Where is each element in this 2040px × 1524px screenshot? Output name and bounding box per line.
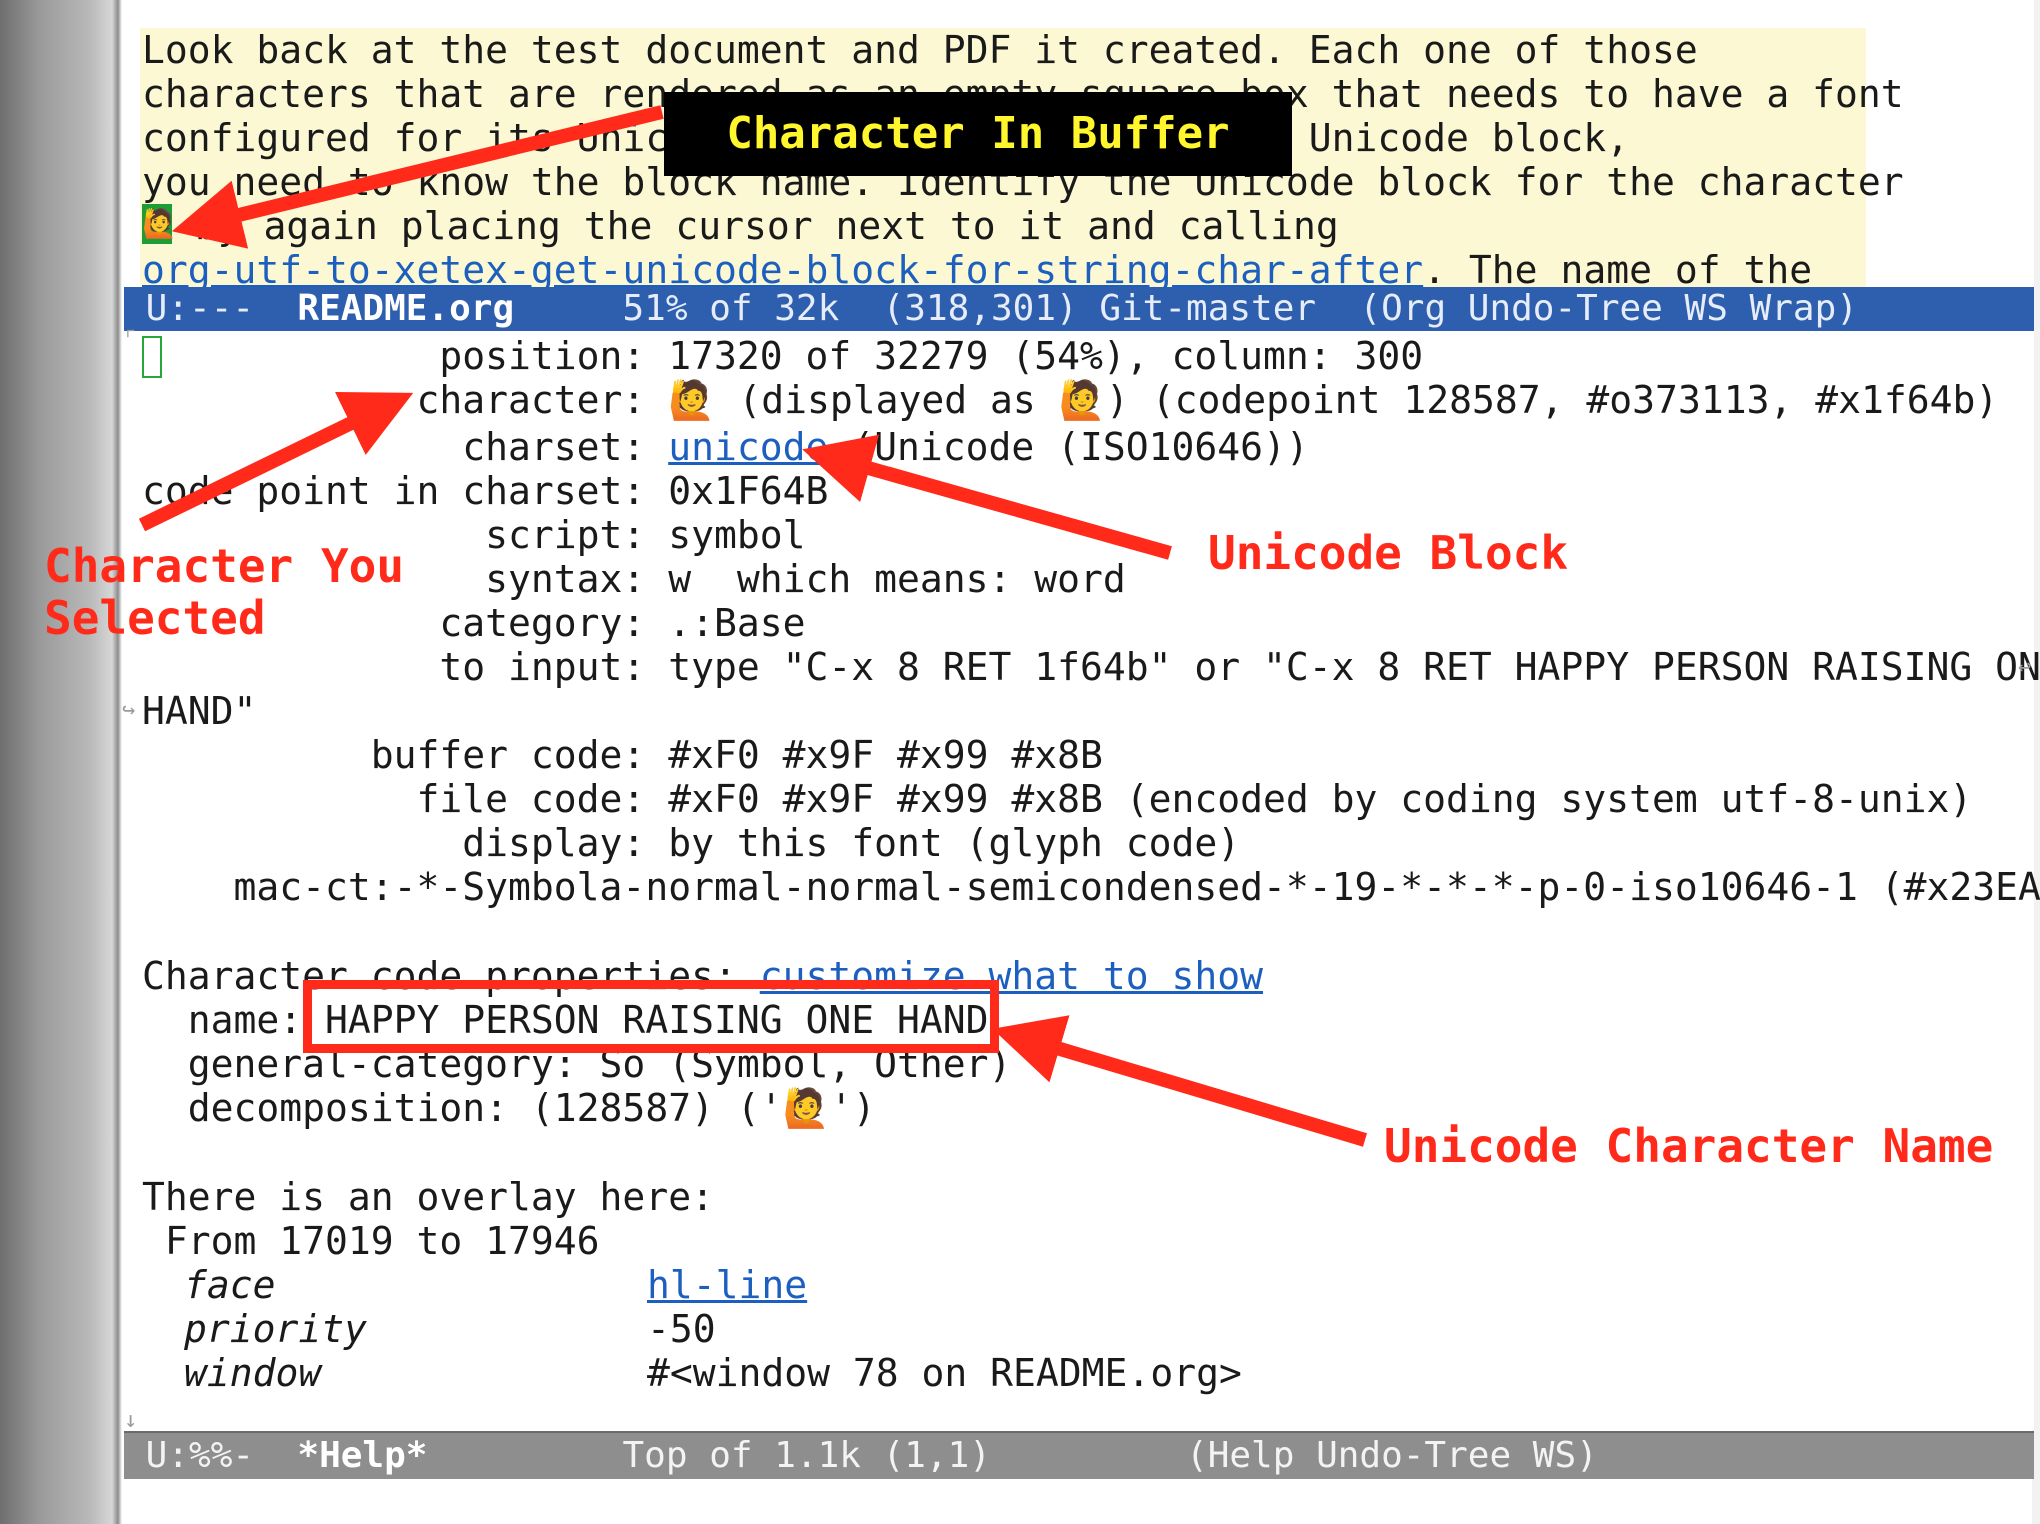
arrow-to-character-field: [138, 392, 414, 532]
arrow-to-charset: [802, 434, 1172, 560]
arrow-to-name: [992, 1015, 1368, 1147]
arrow-to-buffer-char: [171, 105, 664, 249]
annotation-arrows: [138, 105, 1368, 1147]
